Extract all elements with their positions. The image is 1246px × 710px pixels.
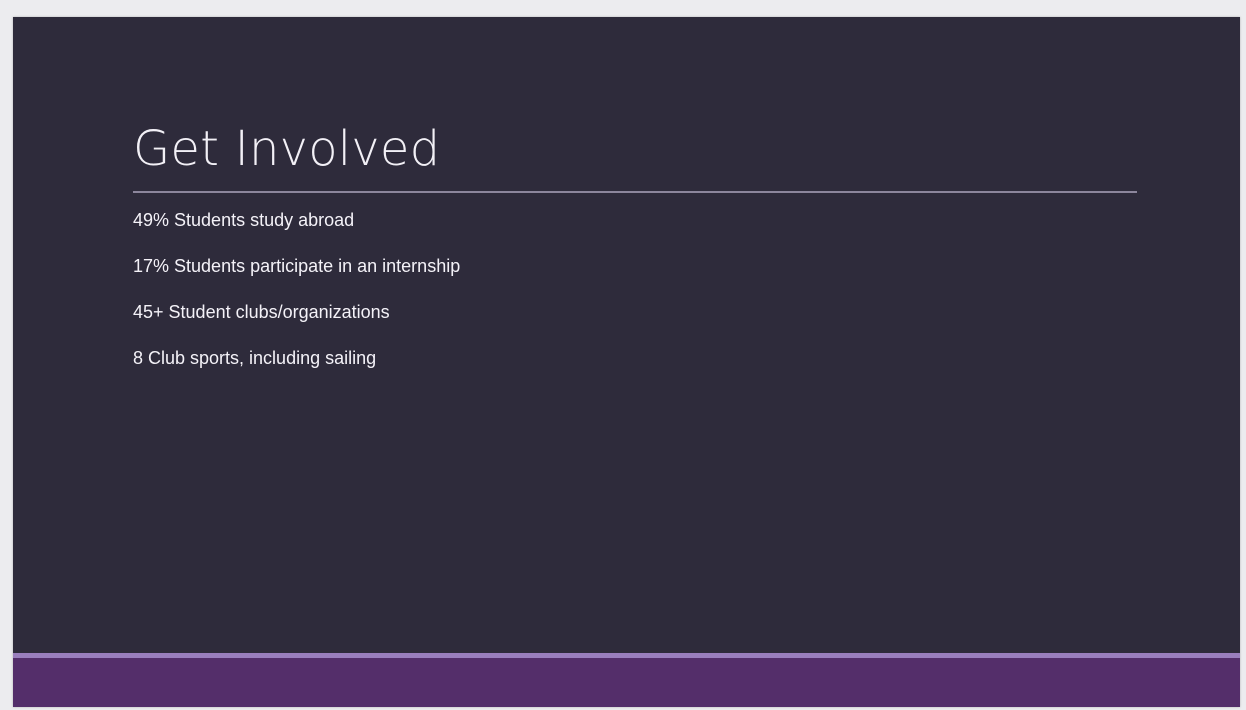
bullet-list: 49% Students study abroad 17% Students p… <box>133 208 460 392</box>
title-divider <box>133 191 1137 193</box>
footer-accent-bar <box>13 658 1240 707</box>
bullet-study-abroad: 49% Students study abroad <box>133 210 355 230</box>
bullet-club-sports: 8 Club sports, including sailing <box>133 348 377 368</box>
bullet-internship: 17% Students participate in an internshi… <box>133 256 461 276</box>
slide: Get Involved 49% Students study abroad 1… <box>13 17 1240 707</box>
presentation-frame: Get Involved 49% Students study abroad 1… <box>0 0 1246 710</box>
bullet-student-clubs: 45+ Student clubs/organizations <box>133 302 390 322</box>
slide-title: Get Involved <box>133 121 441 177</box>
